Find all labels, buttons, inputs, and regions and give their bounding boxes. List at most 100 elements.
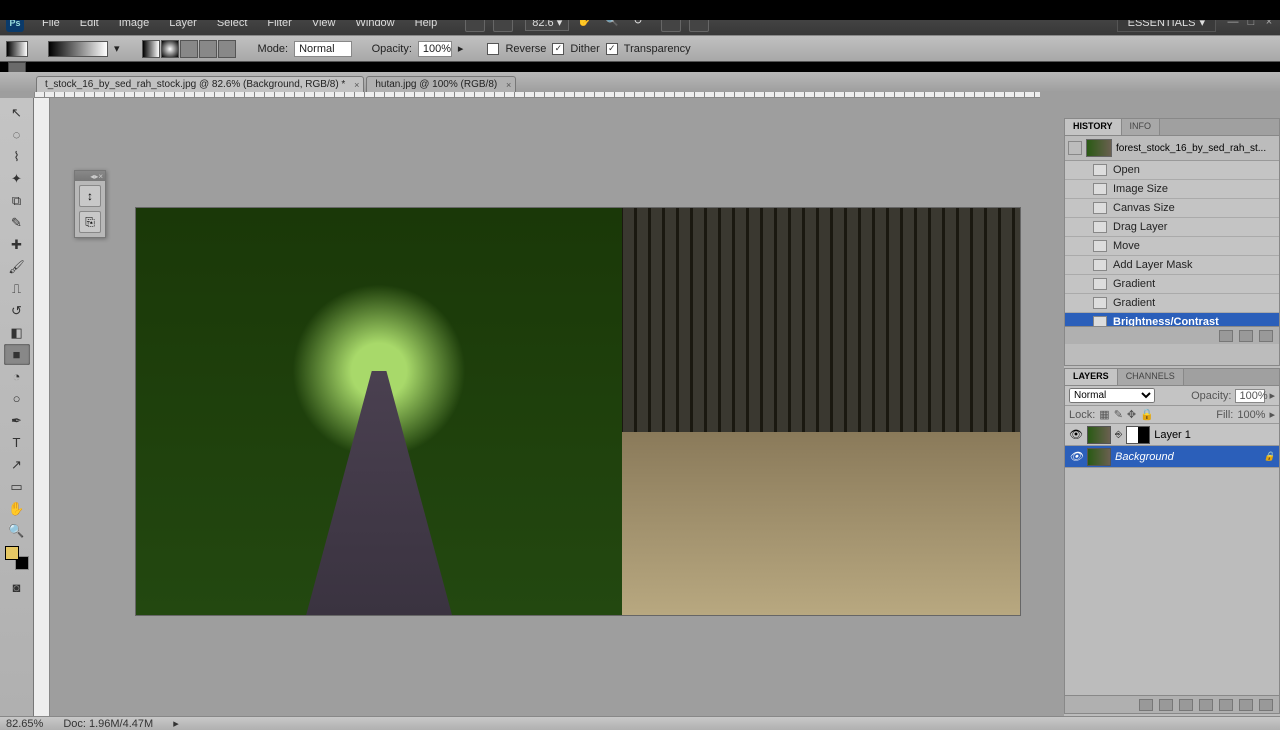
- layer-opacity-label: Opacity:: [1191, 390, 1231, 402]
- tab-channels[interactable]: CHANNELS: [1118, 369, 1184, 385]
- color-swatches[interactable]: [5, 546, 29, 570]
- transparency-label: Transparency: [624, 43, 691, 55]
- hand-tool[interactable]: ✋: [4, 498, 30, 519]
- delete-layer-icon[interactable]: [1259, 699, 1273, 711]
- zoom-tool[interactable]: 🔍: [4, 520, 30, 541]
- layer-group-icon[interactable]: [1219, 699, 1233, 711]
- new-layer-icon[interactable]: [1239, 699, 1253, 711]
- blur-tool[interactable]: ◔: [4, 366, 30, 387]
- fg-color-swatch[interactable]: [5, 546, 19, 560]
- create-snapshot-icon[interactable]: [1239, 330, 1253, 342]
- panels-dock: HISTORY INFO forest_stock_16_by_sed_rah_…: [1064, 118, 1280, 716]
- eyedropper-tool[interactable]: ✎: [4, 212, 30, 233]
- opacity-label: Opacity:: [372, 43, 412, 55]
- visibility-icon[interactable]: 👁: [1069, 428, 1083, 442]
- history-doc-name: forest_stock_16_by_sed_rah_st...: [1116, 143, 1266, 154]
- visibility-icon[interactable]: 👁: [1069, 450, 1083, 464]
- history-item[interactable]: Gradient: [1065, 294, 1279, 313]
- status-zoom[interactable]: 82.65%: [6, 718, 43, 730]
- document-tab[interactable]: hutan.jpg @ 100% (RGB/8)×: [366, 76, 516, 92]
- quickmask-icon[interactable]: ◙: [4, 577, 30, 598]
- status-doc-size: Doc: 1.96M/4.47M: [63, 718, 153, 730]
- floating-tool-preset-panel[interactable]: ◂▸× ↕ ⎘: [74, 170, 106, 238]
- history-item[interactable]: Brightness/Contrast: [1065, 313, 1279, 326]
- lock-label: Lock:: [1069, 409, 1095, 421]
- history-panel: HISTORY INFO forest_stock_16_by_sed_rah_…: [1064, 118, 1280, 366]
- preset-icon-2[interactable]: ⎘: [79, 211, 101, 233]
- document-canvas[interactable]: [136, 208, 1020, 615]
- layer-blend-select[interactable]: Normal: [1069, 388, 1155, 403]
- workspace: ↖ ◌ ⌇ ✦ ⧉ ✎ ✚ 🖌 ⎍ ↺ ◧ ■ ◔ ○ ✒ T ↗ ▭ ✋ 🔍 …: [0, 82, 1280, 716]
- eraser-tool[interactable]: ◧: [4, 322, 30, 343]
- history-item[interactable]: Open: [1065, 161, 1279, 180]
- delete-state-icon[interactable]: [1259, 330, 1273, 342]
- layer-mask-icon[interactable]: [1179, 699, 1193, 711]
- create-doc-icon[interactable]: [1219, 330, 1233, 342]
- linear-gradient-icon[interactable]: [142, 40, 160, 58]
- layers-panel: LAYERS CHANNELS Normal Opacity: 100%▸ Lo…: [1064, 368, 1280, 714]
- path-tool[interactable]: ↗: [4, 454, 30, 475]
- close-tab-icon[interactable]: ×: [354, 80, 359, 90]
- history-item[interactable]: Canvas Size: [1065, 199, 1279, 218]
- status-bar: 82.65% Doc: 1.96M/4.47M ▸: [0, 716, 1280, 730]
- snapshot-icon[interactable]: [1068, 141, 1082, 155]
- crop-tool[interactable]: ⧉: [4, 190, 30, 211]
- stamp-tool[interactable]: ⎍: [4, 278, 30, 299]
- history-brush-tool[interactable]: ↺: [4, 300, 30, 321]
- panel-close-icon[interactable]: ×: [98, 172, 103, 181]
- diamond-gradient-icon[interactable]: [218, 40, 236, 58]
- panel-collapse-icon[interactable]: ◂▸: [90, 172, 98, 181]
- tab-info[interactable]: INFO: [1122, 119, 1161, 135]
- close-tab-icon[interactable]: ×: [506, 80, 511, 90]
- toolbox: ↖ ◌ ⌇ ✦ ⧉ ✎ ✚ 🖌 ⎍ ↺ ◧ ■ ◔ ○ ✒ T ↗ ▭ ✋ 🔍 …: [0, 98, 34, 716]
- dodge-tool[interactable]: ○: [4, 388, 30, 409]
- history-item[interactable]: Gradient: [1065, 275, 1279, 294]
- angle-gradient-icon[interactable]: [180, 40, 198, 58]
- history-item[interactable]: Move: [1065, 237, 1279, 256]
- mode-label: Mode:: [258, 43, 289, 55]
- transparency-checkbox[interactable]: ✓: [606, 43, 618, 55]
- dither-checkbox[interactable]: ✓: [552, 43, 564, 55]
- lasso-tool[interactable]: ⌇: [4, 146, 30, 167]
- tab-layers[interactable]: LAYERS: [1065, 369, 1118, 385]
- canvas-area[interactable]: [50, 98, 1040, 716]
- tool-preset[interactable]: [6, 41, 28, 57]
- shape-tool[interactable]: ▭: [4, 476, 30, 497]
- gradient-type-row: [142, 40, 236, 58]
- dither-label: Dither: [570, 43, 599, 55]
- layer-row[interactable]: 👁Background🔒: [1065, 446, 1279, 468]
- gradient-preview[interactable]: [48, 41, 108, 57]
- options-bar: ▾ Mode: Normal Opacity: 100%▸ Reverse ✓ …: [0, 35, 1280, 62]
- heal-tool[interactable]: ✚: [4, 234, 30, 255]
- lock-paint-icon[interactable]: ✎: [1114, 408, 1123, 421]
- gradient-tool[interactable]: ■: [4, 344, 30, 365]
- blend-mode-select[interactable]: Normal: [294, 41, 351, 57]
- history-item[interactable]: Image Size: [1065, 180, 1279, 199]
- reflected-gradient-icon[interactable]: [199, 40, 217, 58]
- lock-move-icon[interactable]: ✥: [1127, 408, 1136, 421]
- opacity-input[interactable]: 100%: [418, 41, 452, 57]
- adjustment-layer-icon[interactable]: [1199, 699, 1213, 711]
- fill-label: Fill:: [1216, 409, 1233, 421]
- preset-icon-1[interactable]: ↕: [79, 185, 101, 207]
- reverse-checkbox[interactable]: [487, 43, 499, 55]
- wand-tool[interactable]: ✦: [4, 168, 30, 189]
- link-layers-icon[interactable]: [1139, 699, 1153, 711]
- type-tool[interactable]: T: [4, 432, 30, 453]
- pen-tool[interactable]: ✒: [4, 410, 30, 431]
- history-item[interactable]: Drag Layer: [1065, 218, 1279, 237]
- history-item[interactable]: Add Layer Mask: [1065, 256, 1279, 275]
- document-tab[interactable]: t_stock_16_by_sed_rah_stock.jpg @ 82.6% …: [36, 76, 364, 92]
- move-tool[interactable]: ↖: [4, 102, 30, 123]
- tab-history[interactable]: HISTORY: [1065, 119, 1122, 135]
- lock-transparent-icon[interactable]: ▦: [1099, 408, 1109, 421]
- fill-input[interactable]: 100%: [1237, 409, 1265, 421]
- marquee-tool[interactable]: ◌: [4, 124, 30, 145]
- brush-tool[interactable]: 🖌: [4, 256, 30, 277]
- layer-row[interactable]: 👁⎆Layer 1: [1065, 424, 1279, 446]
- history-doc-thumb[interactable]: [1086, 139, 1112, 157]
- layer-style-icon[interactable]: [1159, 699, 1173, 711]
- lock-all-icon[interactable]: 🔒: [1140, 408, 1154, 421]
- radial-gradient-icon[interactable]: [161, 40, 179, 58]
- layer-opacity-input[interactable]: 100%: [1235, 389, 1265, 403]
